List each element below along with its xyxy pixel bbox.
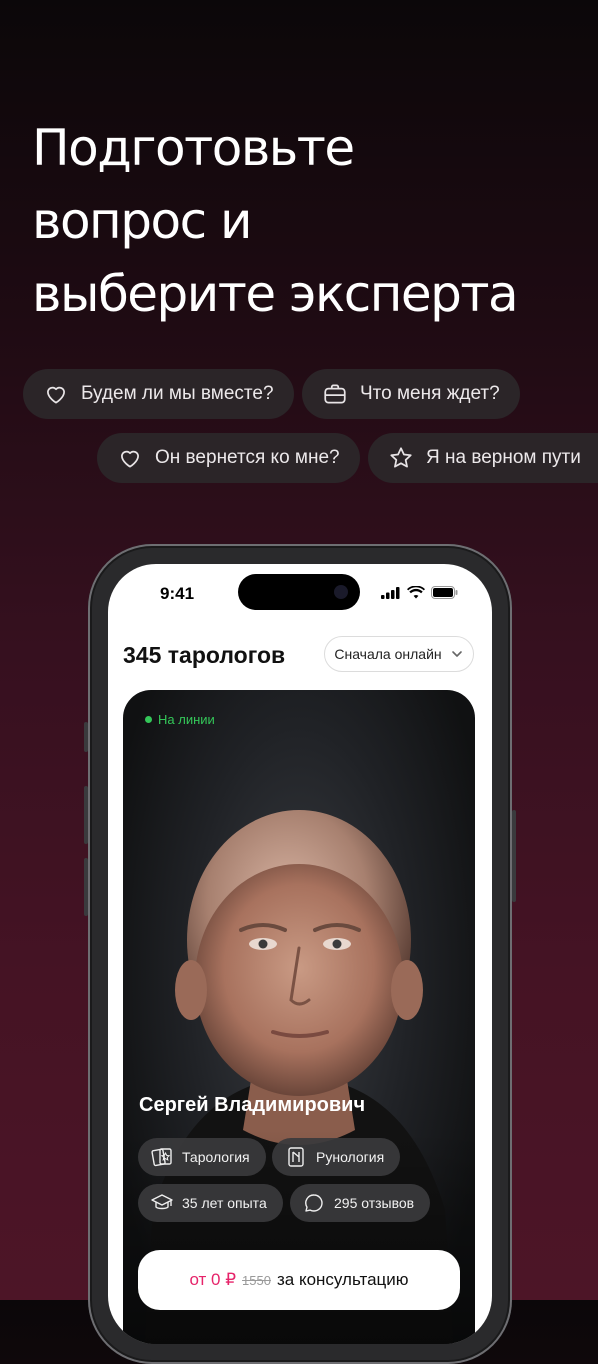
question-chip-right-path[interactable]: Я на верном пути: [368, 433, 598, 483]
consultation-price-button[interactable]: от 0 ₽ 1550 за консультацию: [138, 1250, 460, 1310]
headline: Подготовьте вопрос и выберите эксперта: [32, 112, 572, 331]
sort-label: Сначала онлайн: [334, 646, 442, 662]
question-chip-return[interactable]: Он вернется ко мне?: [97, 433, 360, 483]
expert-name: Сергей Владимирович: [139, 1094, 366, 1116]
chip-label: Я на верном пути: [426, 447, 581, 468]
briefcase-icon: [324, 384, 346, 404]
cellular-signal-icon: [381, 586, 400, 599]
price-current: от 0 ₽: [189, 1270, 237, 1289]
headline-line-2: вопрос и: [32, 192, 252, 250]
rune-icon: [288, 1147, 304, 1167]
tag-label: 35 лет опыта: [182, 1195, 267, 1211]
sort-dropdown[interactable]: Сначала онлайн: [324, 636, 474, 672]
star-icon: [390, 447, 412, 468]
phone-volume-up: [84, 786, 88, 844]
phone-mute-switch: [84, 722, 88, 752]
online-status: На линии: [145, 712, 215, 727]
phone-power-button: [512, 810, 516, 902]
tag-reviews[interactable]: 295 отзывов: [290, 1184, 431, 1222]
chevron-down-icon: [451, 651, 462, 657]
chip-label: Будем ли мы вместе?: [81, 383, 274, 404]
online-dot: [145, 716, 152, 723]
chip-label: Он вернется ко мне?: [155, 447, 340, 468]
chat-bubble-icon: [305, 1194, 323, 1212]
headline-line-1: Подготовьте: [32, 119, 355, 177]
battery-icon: [431, 586, 458, 599]
tag-experience: 35 лет опыта: [138, 1184, 283, 1222]
tag-label: 295 отзывов: [334, 1195, 415, 1211]
wifi-icon: [407, 586, 425, 599]
phone-screen: 9:41 345 тарологов Сначала онлайн На лин…: [108, 564, 492, 1344]
online-label: На линии: [158, 712, 215, 727]
question-chip-together[interactable]: Будем ли мы вместе?: [23, 369, 294, 419]
phone-volume-down: [84, 858, 88, 916]
question-chip-future[interactable]: Что меня ждет?: [302, 369, 520, 419]
dynamic-island: [238, 574, 360, 610]
chip-label: Что меня ждет?: [360, 383, 500, 404]
headline-line-3: выберите эксперта: [32, 265, 519, 323]
tag-label: Рунология: [316, 1149, 385, 1165]
tag-runology: Рунология: [272, 1138, 401, 1176]
heart-icon: [121, 450, 139, 468]
tag-label: Тарология: [182, 1149, 250, 1165]
tag-tarology: Тарология: [138, 1138, 266, 1176]
graduation-cap-icon: [151, 1194, 173, 1210]
status-icons: [381, 586, 458, 599]
price-old: 1550: [242, 1272, 271, 1288]
tarot-cards-icon: [151, 1148, 172, 1167]
heart-icon: [47, 386, 65, 404]
price-suffix: за консультацию: [276, 1270, 409, 1289]
expert-portrait: [123, 810, 475, 1344]
status-time: 9:41: [160, 584, 195, 603]
expert-card[interactable]: На линии Сергей Владимирович Тарология Р…: [123, 690, 475, 1344]
tarot-readers-count: 345 тарологов: [123, 642, 286, 668]
